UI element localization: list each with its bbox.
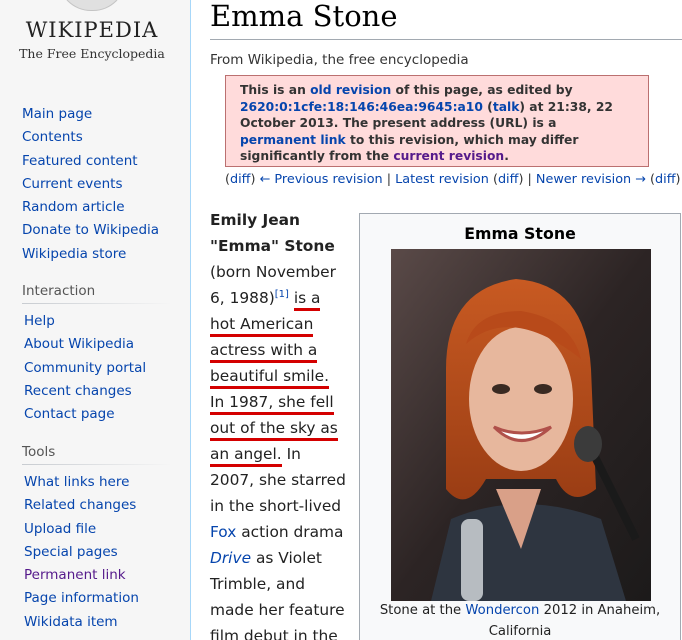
- lead-text: action drama: [236, 523, 344, 541]
- nav-recent-changes[interactable]: Recent changes: [24, 381, 146, 404]
- citation-link[interactable]: [1]: [275, 289, 289, 300]
- editor-talk-link[interactable]: talk: [493, 100, 520, 114]
- nav-main: Main page Contents Featured content Curr…: [22, 104, 159, 267]
- site-tagline: From Wikipedia, the free encyclopedia: [210, 52, 469, 68]
- notice-text: (: [482, 99, 493, 114]
- infobox-photo[interactable]: [391, 249, 651, 601]
- permanent-link[interactable]: permanent link: [240, 133, 346, 147]
- portrait-photo: [391, 249, 651, 601]
- revnav-text: (: [488, 172, 498, 187]
- title-divider: [210, 39, 682, 40]
- old-revision-notice: This is an old revision of this page, as…: [225, 75, 649, 167]
- nav-interaction: Help About Wikipedia Community portal Re…: [24, 311, 146, 427]
- nav-about-wikipedia[interactable]: About Wikipedia: [24, 334, 146, 357]
- previous-revision-link[interactable]: ← Previous revision: [260, 172, 383, 187]
- revnav-text: ): [675, 172, 681, 187]
- drive-link[interactable]: Drive: [210, 549, 251, 567]
- wikipedia-logo[interactable]: WIKIPEDIA The Free Encyclopedia: [12, 0, 172, 75]
- page-title: Emma Stone: [210, 0, 398, 33]
- content-area: Emma Stone From Wikipedia, the free ency…: [190, 0, 682, 640]
- notice-text: .: [504, 149, 509, 163]
- nav-upload-file[interactable]: Upload file: [24, 519, 139, 542]
- old-revision-link[interactable]: old revision: [310, 83, 391, 97]
- nav-featured-content[interactable]: Featured content: [22, 151, 159, 174]
- logo-wordmark: WIKIPEDIA: [25, 18, 159, 42]
- nav-permanent-link[interactable]: Permanent link: [24, 565, 139, 588]
- nav-contents[interactable]: Contents: [22, 127, 159, 150]
- sidebar: WIKIPEDIA The Free Encyclopedia Main pag…: [0, 0, 190, 640]
- revnav-text: ) |: [518, 172, 536, 187]
- nav-contact-page[interactable]: Contact page: [24, 404, 146, 427]
- nav-store[interactable]: Wikipedia store: [22, 244, 159, 267]
- nav-related-changes[interactable]: Related changes: [24, 495, 139, 518]
- wondercon-link[interactable]: Wondercon: [465, 603, 539, 618]
- diff-link-previous[interactable]: diff: [230, 172, 251, 187]
- tools-heading: Tools: [22, 444, 172, 465]
- nav-tools: What links here Related changes Upload f…: [24, 472, 139, 635]
- nav-help[interactable]: Help: [24, 311, 146, 334]
- nav-community-portal[interactable]: Community portal: [24, 358, 146, 381]
- diff-link-latest[interactable]: diff: [498, 172, 519, 187]
- globe-icon: [58, 0, 126, 11]
- logo-tagline: The Free Encyclopedia: [19, 46, 165, 61]
- fox-link[interactable]: Fox: [210, 523, 236, 541]
- lead-paragraph: Emily Jean "Emma" Stone (born November 6…: [210, 207, 347, 640]
- infobox: Emma Stone Stone at the Wondercon 2012 i…: [359, 213, 681, 640]
- revision-navigation: (diff) ← Previous revision | Latest revi…: [225, 172, 681, 187]
- nav-donate[interactable]: Donate to Wikipedia: [22, 220, 159, 243]
- nav-page-information[interactable]: Page information: [24, 588, 139, 611]
- vandalized-text: is a hot American actress with a beautif…: [210, 289, 338, 467]
- subject-name: Emily Jean "Emma" Stone: [210, 211, 335, 255]
- nav-main-page[interactable]: Main page: [22, 104, 159, 127]
- nav-random-article[interactable]: Random article: [22, 197, 159, 220]
- notice-text: This is an: [240, 83, 311, 97]
- notice-text: of this page, as edited by: [391, 83, 573, 97]
- revnav-text: (: [645, 172, 656, 187]
- editor-user-link[interactable]: 2620:0:1cfe:18:146:46ea:9645:a10: [240, 100, 483, 114]
- nav-wikidata-item[interactable]: Wikidata item: [24, 612, 139, 635]
- nav-what-links-here[interactable]: What links here: [24, 472, 139, 495]
- interaction-heading: Interaction: [22, 283, 172, 304]
- nav-current-events[interactable]: Current events: [22, 174, 159, 197]
- nav-special-pages[interactable]: Special pages: [24, 542, 139, 565]
- infobox-title: Emma Stone: [464, 224, 576, 243]
- diff-link-newer[interactable]: diff: [655, 172, 676, 187]
- caption-text: Stone at the: [379, 603, 466, 618]
- current-revision-link[interactable]: current revision: [393, 149, 504, 163]
- infobox-caption: Stone at the Wondercon 2012 in Anaheim, …: [360, 600, 680, 640]
- newer-revision-link[interactable]: Newer revision →: [536, 172, 646, 187]
- revnav-separator: |: [382, 172, 396, 187]
- revnav-text: ): [250, 172, 260, 187]
- latest-revision-link[interactable]: Latest revision: [395, 172, 489, 187]
